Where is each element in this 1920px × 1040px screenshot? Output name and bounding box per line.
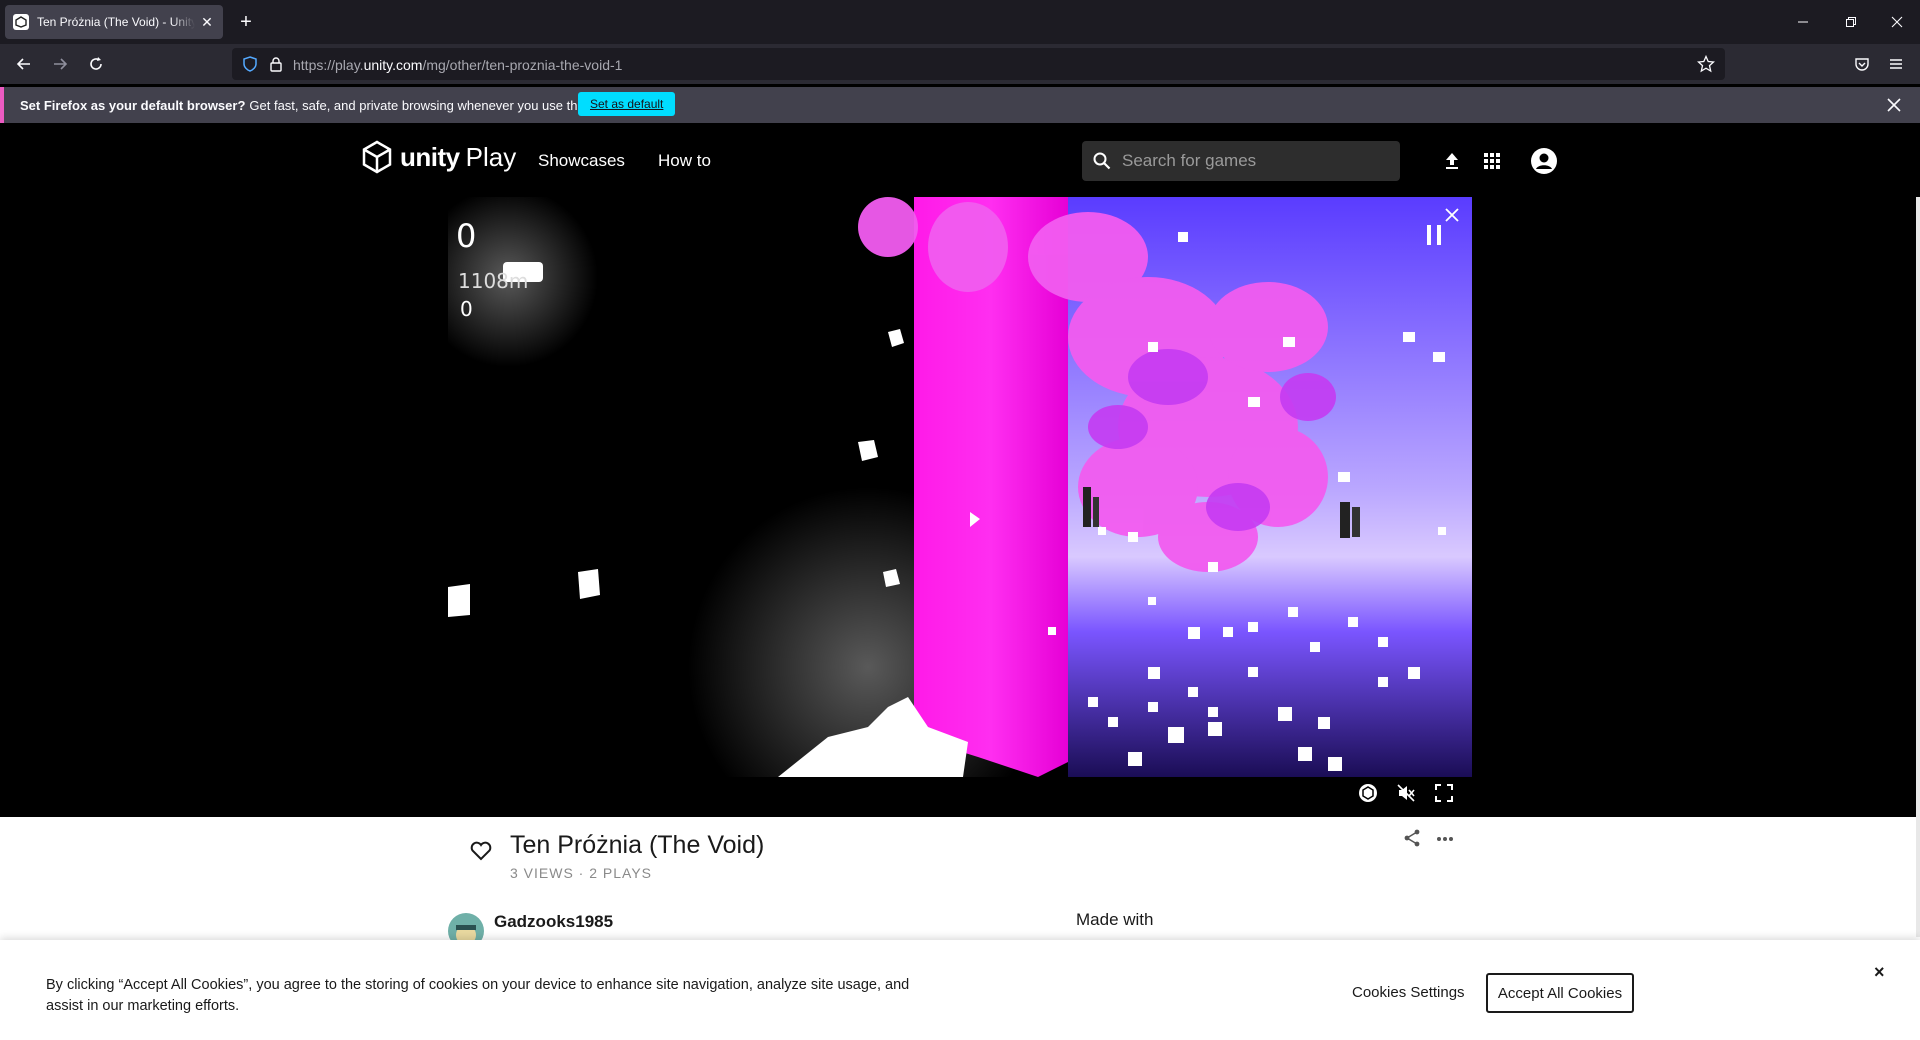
unity-favicon-icon (13, 14, 29, 30)
pocket-icon[interactable] (1850, 52, 1874, 76)
notification-title: Set Firefox as your default browser? (20, 97, 246, 113)
browser-tab[interactable]: Ten Próżnia (The Void) - Unity Play ✕ (5, 5, 223, 39)
search-box[interactable] (1082, 141, 1400, 181)
search-icon (1092, 151, 1112, 171)
url-text[interactable]: https://play.unity.com/mg/other/ten-proz… (293, 57, 622, 73)
bookmark-star-icon[interactable] (1697, 55, 1715, 73)
search-input[interactable] (1122, 151, 1382, 171)
logo-text: unity (400, 141, 460, 172)
accept-all-cookies-button[interactable]: Accept All Cookies (1486, 973, 1634, 1013)
pause-icon[interactable] (1425, 223, 1443, 247)
game-title: Ten Próżnia (The Void) (510, 831, 765, 859)
page-scrollbar[interactable] (1916, 197, 1920, 937)
game-canvas[interactable]: 0 1108m 0 (448, 197, 1472, 777)
game-container: 0 1108m 0 (0, 197, 1920, 817)
logo-suffix: Play (465, 141, 517, 172)
nav-how-to[interactable]: How to (658, 151, 711, 171)
lock-icon[interactable] (268, 56, 284, 72)
hud-score: 0 (456, 217, 477, 255)
minimize-window-button[interactable] (1780, 0, 1826, 44)
back-arrow-icon[interactable] (10, 52, 38, 76)
new-tab-button[interactable]: + (234, 10, 258, 34)
heart-icon[interactable] (470, 841, 492, 861)
hud-count: 0 (460, 297, 473, 321)
unity-logo-icon[interactable] (1356, 781, 1380, 805)
site-header: unity Play Showcases How to (0, 123, 1920, 197)
forward-arrow-icon[interactable] (46, 52, 74, 76)
author-name[interactable]: Gadzooks1985 (494, 912, 613, 932)
close-window-button[interactable] (1874, 0, 1920, 44)
shield-icon[interactable] (242, 56, 258, 72)
game-stats: 3 VIEWS · 2 PLAYS (510, 865, 653, 881)
notification-text: Get fast, safe, and private browsing whe… (249, 97, 616, 113)
apps-grid-icon[interactable] (1478, 147, 1506, 175)
cookie-message: By clicking “Accept All Cookies”, you ag… (46, 977, 910, 1014)
mute-icon[interactable] (1394, 781, 1418, 805)
unity-play-logo[interactable]: unity Play (360, 140, 516, 174)
cookie-close-icon[interactable]: × (1874, 962, 1885, 983)
game-close-icon[interactable] (1444, 207, 1460, 223)
share-icon[interactable] (1403, 829, 1421, 847)
cookies-settings-button[interactable]: Cookies Settings (1352, 984, 1465, 1001)
hud-distance: 1108m (458, 269, 529, 293)
game-scene (448, 197, 1472, 777)
made-with-label: Made with (1076, 910, 1154, 929)
tab-title: Ten Próżnia (The Void) - Unity Play (37, 15, 195, 29)
more-options-icon[interactable] (1436, 836, 1454, 842)
cookie-banner: By clicking “Accept All Cookies”, you ag… (0, 940, 1920, 1040)
unity-logo-icon (360, 140, 394, 174)
account-avatar-icon[interactable] (1530, 147, 1558, 175)
reload-icon[interactable] (82, 52, 110, 76)
tab-bar: Ten Próżnia (The Void) - Unity Play ✕ + (0, 0, 1920, 44)
default-browser-notification: Set Firefox as your default browser? Get… (0, 87, 1920, 123)
tab-close-icon[interactable]: ✕ (199, 14, 215, 30)
set-as-default-button[interactable]: Set as default (578, 92, 676, 116)
nav-showcases[interactable]: Showcases (538, 151, 625, 171)
upload-icon[interactable] (1438, 147, 1466, 175)
fullscreen-icon[interactable] (1432, 781, 1456, 805)
hamburger-menu-icon[interactable] (1884, 52, 1908, 76)
notification-close-icon[interactable] (1884, 95, 1904, 115)
url-bar[interactable]: https://play.unity.com/mg/other/ten-proz… (232, 48, 1725, 80)
restore-window-button[interactable] (1828, 0, 1874, 44)
